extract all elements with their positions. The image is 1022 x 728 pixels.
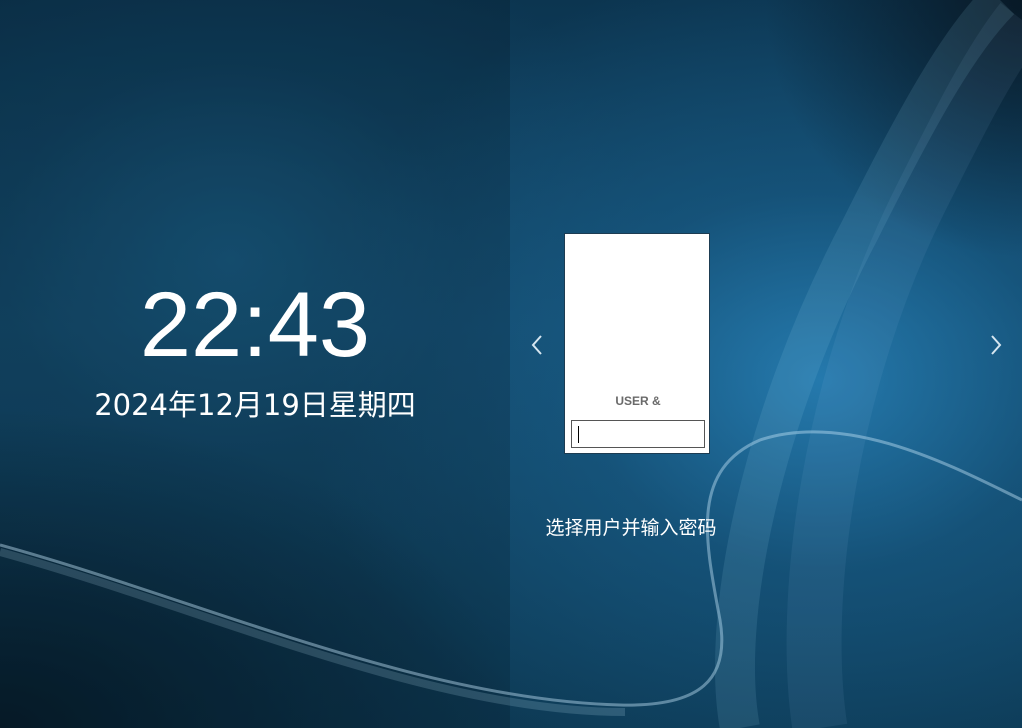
next-user-button[interactable] [984,330,1008,360]
password-input[interactable] [571,420,705,448]
login-hint: 选择用户并输入密码 [545,517,717,539]
user-name-label: USER & [615,394,661,408]
text-caret [578,426,579,443]
user-card[interactable]: USER & [564,233,710,454]
chevron-left-icon [531,335,542,355]
previous-user-button[interactable] [525,330,549,360]
clock-date: 2024年12月19日星期四 [94,388,416,422]
chevron-right-icon [991,335,1002,355]
clock-time: 22:43 [139,274,371,376]
